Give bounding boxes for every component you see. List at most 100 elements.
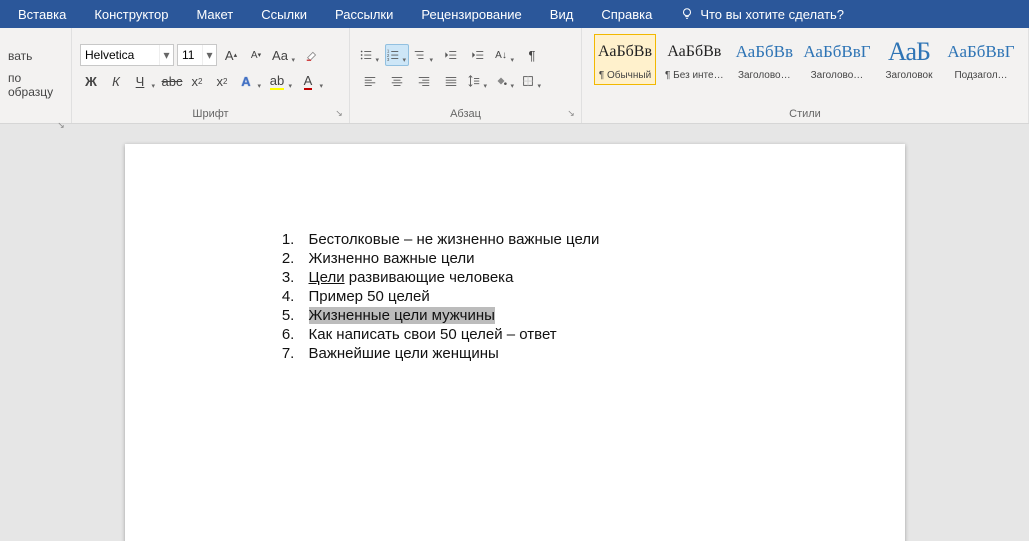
link[interactable]: Цели (309, 269, 345, 286)
style-name: ¶ Обычный (597, 70, 653, 81)
align-right-button[interactable] (412, 70, 436, 92)
ribbon: вать по образцу ↘ ▾ ▾ A▴ A▾ Aa (0, 28, 1029, 124)
chevron-down-icon[interactable]: ▾ (159, 45, 173, 65)
bold-button[interactable]: Ж (80, 70, 102, 92)
numbered-list[interactable]: Бестолковые – не жизненно важные целиЖиз… (225, 230, 805, 363)
strikethrough-button[interactable]: abc (161, 70, 183, 92)
tab-references[interactable]: Ссылки (247, 0, 321, 28)
list-item[interactable]: Цели развивающие человека (299, 268, 805, 287)
highlight-button[interactable]: ab (267, 70, 295, 92)
font-launcher-icon[interactable]: ↘ (333, 108, 345, 120)
bucket-icon (494, 74, 508, 88)
font-size-combo[interactable]: ▾ (177, 44, 217, 66)
multilevel-icon (413, 48, 427, 62)
line-spacing-button[interactable] (466, 70, 490, 92)
italic-button[interactable]: К (105, 70, 127, 92)
eraser-icon (305, 48, 319, 62)
group-font: ▾ ▾ A▴ A▾ Aa Ж К Ч abc x2 x2 (72, 28, 350, 123)
superscript-button[interactable]: x2 (211, 70, 233, 92)
show-marks-button[interactable]: ¶ (520, 44, 544, 66)
font-name-combo[interactable]: ▾ (80, 44, 174, 66)
style-name: ¶ Без инте… (665, 70, 724, 81)
style-preview: АаБбВв (598, 38, 652, 66)
indent-left-icon (444, 48, 458, 62)
list-item[interactable]: Жизненные цели мужчины (299, 306, 805, 325)
indent-right-icon (471, 48, 485, 62)
svg-text:3: 3 (387, 57, 390, 62)
borders-icon (521, 74, 535, 88)
list-item[interactable]: Важнейшие цели женщины (299, 344, 805, 363)
tab-layout[interactable]: Макет (182, 0, 247, 28)
style-preview: АаБбВв (667, 38, 721, 66)
subscript-button[interactable]: x2 (186, 70, 208, 92)
group-clipboard: вать по образцу ↘ (0, 28, 72, 123)
list-item[interactable]: Пример 50 целей (299, 287, 805, 306)
style-name: Заголово… (736, 70, 793, 81)
style-tile[interactable]: АаБбВвГЗаголово… (802, 34, 872, 85)
bullets-button[interactable] (358, 44, 382, 66)
tab-view[interactable]: Вид (536, 0, 588, 28)
list-item[interactable]: Как написать свои 50 целей – ответ (299, 325, 805, 344)
tab-insert[interactable]: Вставка (4, 0, 80, 28)
text-effects-button[interactable]: A (236, 70, 264, 92)
group-styles: АаБбВв ¶ Обычный АаБбВв ¶ Без инте… АаБбВв За… (582, 28, 1029, 123)
styles-group-label: Стили (789, 108, 821, 120)
page[interactable]: Бестолковые – не жизненно важные целиЖиз… (125, 144, 905, 541)
tab-help[interactable]: Справка (587, 0, 666, 28)
list-item[interactable]: Бестолковые – не жизненно важные цели (299, 230, 805, 249)
paragraph-launcher-icon[interactable]: ↘ (565, 108, 577, 120)
bullets-icon (359, 48, 373, 62)
numbering-button[interactable]: 123 (385, 44, 409, 66)
font-size-input[interactable] (178, 48, 202, 62)
spacing-icon (467, 74, 481, 88)
style-name: Заголовок (881, 70, 937, 81)
tab-review[interactable]: Рецензирование (407, 0, 535, 28)
style-preview: АаБбВвГ (803, 38, 870, 66)
change-case-button[interactable]: Aa (270, 44, 298, 66)
align-center-button[interactable] (385, 70, 409, 92)
style-name: Подзагол… (949, 70, 1013, 81)
clear-formatting-button[interactable] (301, 44, 323, 66)
style-tile[interactable]: АаБбВвГ Подзагол… (946, 34, 1016, 85)
format-painter-button[interactable]: по образцу (8, 69, 63, 101)
align-center-icon (390, 74, 404, 88)
tab-design[interactable]: Конструктор (80, 0, 182, 28)
style-tile[interactable]: АаБбВв ¶ Без инте… (662, 34, 727, 85)
sort-button[interactable]: A↓ (493, 44, 517, 66)
tell-me-label: Что вы хотите сделать? (700, 7, 844, 22)
align-right-icon (417, 74, 431, 88)
tab-mailings[interactable]: Рассылки (321, 0, 407, 28)
style-preview: АаБбВв (736, 38, 793, 66)
style-tile[interactable]: АаБ Заголовок (878, 34, 940, 85)
multilevel-list-button[interactable] (412, 44, 436, 66)
style-preview: АаБ (888, 38, 930, 66)
tell-me-input[interactable]: Что вы хотите сделать? (666, 0, 858, 28)
grow-font-button[interactable]: A▴ (220, 44, 242, 66)
chevron-down-icon[interactable]: ▾ (202, 45, 216, 65)
copy-button[interactable]: вать (8, 47, 63, 65)
selected-text[interactable]: Жизненные цели мужчины (309, 307, 495, 324)
style-tile[interactable]: АаБбВв Заголово… (733, 34, 796, 85)
justify-icon (444, 74, 458, 88)
underline-button[interactable]: Ч (130, 70, 158, 92)
clipboard-launcher-icon[interactable]: ↘ (55, 120, 67, 132)
justify-button[interactable] (439, 70, 463, 92)
style-preview: АаБбВвГ (947, 38, 1014, 66)
numbering-icon: 123 (386, 48, 400, 62)
style-tile[interactable]: АаБбВв ¶ Обычный (594, 34, 656, 85)
shading-button[interactable] (493, 70, 517, 92)
increase-indent-button[interactable] (466, 44, 490, 66)
decrease-indent-button[interactable] (439, 44, 463, 66)
group-paragraph: 123 A↓ ¶ Абзац ↘ (350, 28, 582, 123)
align-left-icon (363, 74, 377, 88)
font-name-input[interactable] (81, 48, 159, 62)
shrink-font-button[interactable]: A▾ (245, 44, 267, 66)
lightbulb-icon (680, 7, 694, 21)
document-area[interactable]: Бестолковые – не жизненно важные целиЖиз… (0, 124, 1029, 541)
align-left-button[interactable] (358, 70, 382, 92)
font-color-button[interactable]: A (298, 70, 326, 92)
font-group-label: Шрифт (192, 108, 228, 120)
paragraph-group-label: Абзац (450, 108, 481, 120)
borders-button[interactable] (520, 70, 544, 92)
list-item[interactable]: Жизненно важные цели (299, 249, 805, 268)
